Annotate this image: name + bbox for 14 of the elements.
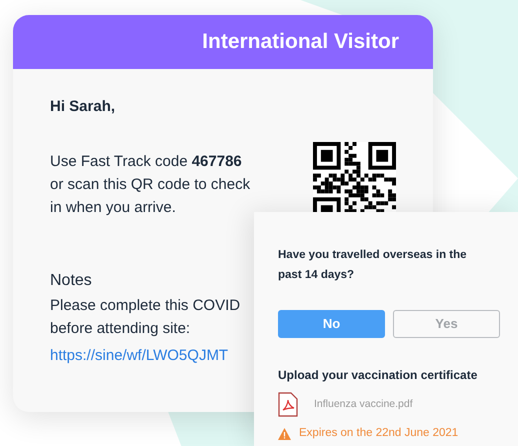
pdf-file-icon [278, 392, 298, 417]
answer-button[interactable]: No [278, 310, 385, 338]
notes-heading: Notes [50, 271, 92, 291]
notes-text: Please complete this COVID before attending site: [50, 296, 240, 339]
upload-heading: Upload your vaccination certificate [278, 367, 478, 384]
warning-icon [278, 428, 291, 440]
card-title: International Visitor [202, 29, 399, 56]
file-name[interactable]: Influenza vaccine.pdf [314, 396, 413, 412]
link[interactable]: https://sine/wf/LWO5QJMT [50, 344, 228, 367]
message-text: Use Fast Track code 467786 or scan this QR code to check in when you arrive. [50, 152, 250, 218]
answer-button[interactable]: Yes [393, 310, 500, 338]
question-text: Have you travelled overseas in the past 14 days? [278, 248, 468, 283]
greeting-text: Hi Sarah, [50, 97, 116, 117]
expiry-warning: Expires on the 22nd June 2021 [299, 426, 458, 441]
